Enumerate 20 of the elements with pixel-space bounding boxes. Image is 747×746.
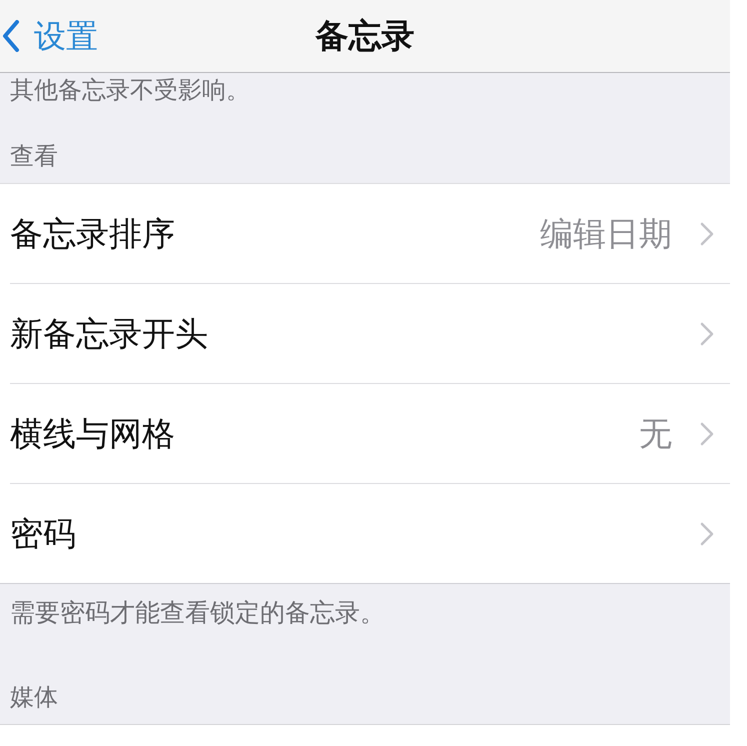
section-header: 查看 — [10, 143, 58, 169]
settings-row[interactable]: 新备忘录开头 — [0, 284, 730, 384]
row-label: 密码 — [10, 514, 77, 554]
settings-row[interactable]: 备忘录排序 编辑日期 — [0, 184, 730, 284]
row-label: 新备忘录开头 — [10, 314, 209, 354]
row-label: 横线与网格 — [10, 414, 176, 454]
row-value: 无 — [639, 414, 672, 454]
settings-row[interactable]: 横线与网格 无 — [0, 384, 730, 484]
section-header: 媒体 — [10, 684, 58, 710]
chevron-right-icon — [700, 522, 714, 546]
section-footer-text: 需要密码才能查看锁定的备忘录。 — [10, 598, 385, 628]
section-footer-text: 其他备忘录不受影响。 — [9, 75, 251, 105]
chevron-right-icon — [700, 222, 714, 246]
row-value: 编辑日期 — [540, 214, 672, 254]
chevron-right-icon — [700, 422, 714, 446]
row-label: 备忘录排序 — [10, 214, 176, 254]
page-title: 备忘录 — [316, 16, 414, 56]
settings-row[interactable]: 密码 — [0, 484, 730, 583]
chevron-right-icon — [700, 322, 714, 346]
chevron-left-icon — [2, 20, 20, 52]
